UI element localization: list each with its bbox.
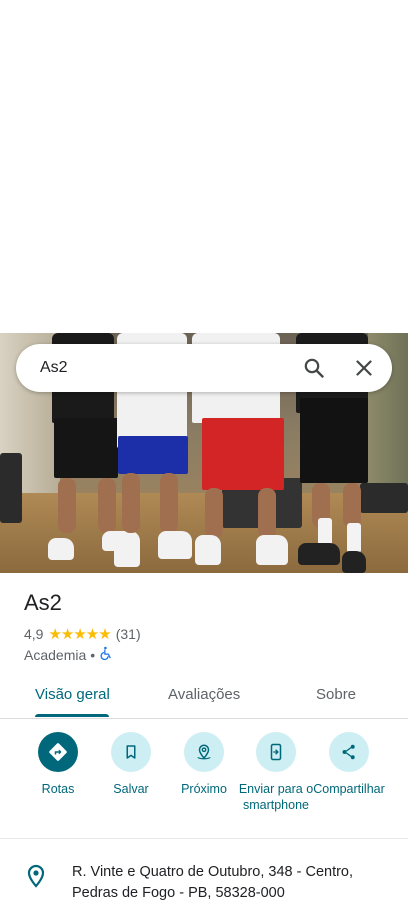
nearby-button[interactable]: Próximo: [164, 732, 244, 797]
address-row[interactable]: R. Vinte e Quatro de Outubro, 348 - Cent…: [0, 852, 408, 906]
action-buttons: Rotas Salvar Próximo Enviar para o smart…: [0, 730, 408, 839]
close-icon[interactable]: [352, 356, 376, 380]
map-area: [0, 0, 408, 333]
rating-row[interactable]: 4,9 ★★★★★ (31): [24, 625, 141, 643]
review-count: (31): [115, 626, 141, 642]
active-tab-indicator: [35, 714, 109, 717]
tab-reviews[interactable]: Avaliações: [168, 686, 240, 703]
save-button[interactable]: Salvar: [91, 732, 171, 797]
save-label: Salvar: [113, 782, 149, 796]
send-to-phone-label: Enviar para o smartphone: [238, 782, 314, 812]
wheelchair-icon: [99, 646, 113, 663]
nearby-icon: [184, 732, 224, 772]
bookmark-icon: [111, 732, 151, 772]
place-title: As2: [24, 590, 62, 615]
send-to-phone-icon: [256, 732, 296, 772]
send-to-phone-button[interactable]: Enviar para o smartphone: [236, 732, 316, 813]
search-input[interactable]: As2: [40, 359, 68, 377]
rating-value: 4,9: [24, 626, 44, 642]
search-icon[interactable]: [302, 356, 326, 380]
nearby-label: Próximo: [181, 782, 227, 796]
address-text: R. Vinte e Quatro de Outubro, 348 - Cent…: [72, 862, 372, 904]
search-bar[interactable]: As2: [16, 344, 392, 392]
tab-bar: Visão geral Avaliações Sobre: [0, 672, 408, 719]
address-line-2: Pedras de Fogo - PB, 58328-000: [72, 885, 285, 901]
directions-button[interactable]: Rotas: [18, 732, 98, 797]
category-label: Academia: [24, 646, 87, 663]
directions-icon: [38, 732, 78, 772]
share-icon: [329, 732, 369, 772]
rating-stars: ★★★★★: [48, 626, 111, 643]
address-line-1: R. Vinte e Quatro de Outubro, 348 - Cent…: [72, 864, 354, 880]
tab-about[interactable]: Sobre: [316, 686, 356, 703]
tab-overview[interactable]: Visão geral: [35, 686, 110, 703]
separator: •: [90, 646, 96, 663]
category-row: Academia •: [24, 646, 113, 663]
share-label: Compartilhar: [313, 782, 385, 796]
directions-label: Rotas: [41, 782, 75, 796]
location-pin-icon: [26, 864, 46, 888]
share-button[interactable]: Compartilhar: [309, 732, 389, 797]
